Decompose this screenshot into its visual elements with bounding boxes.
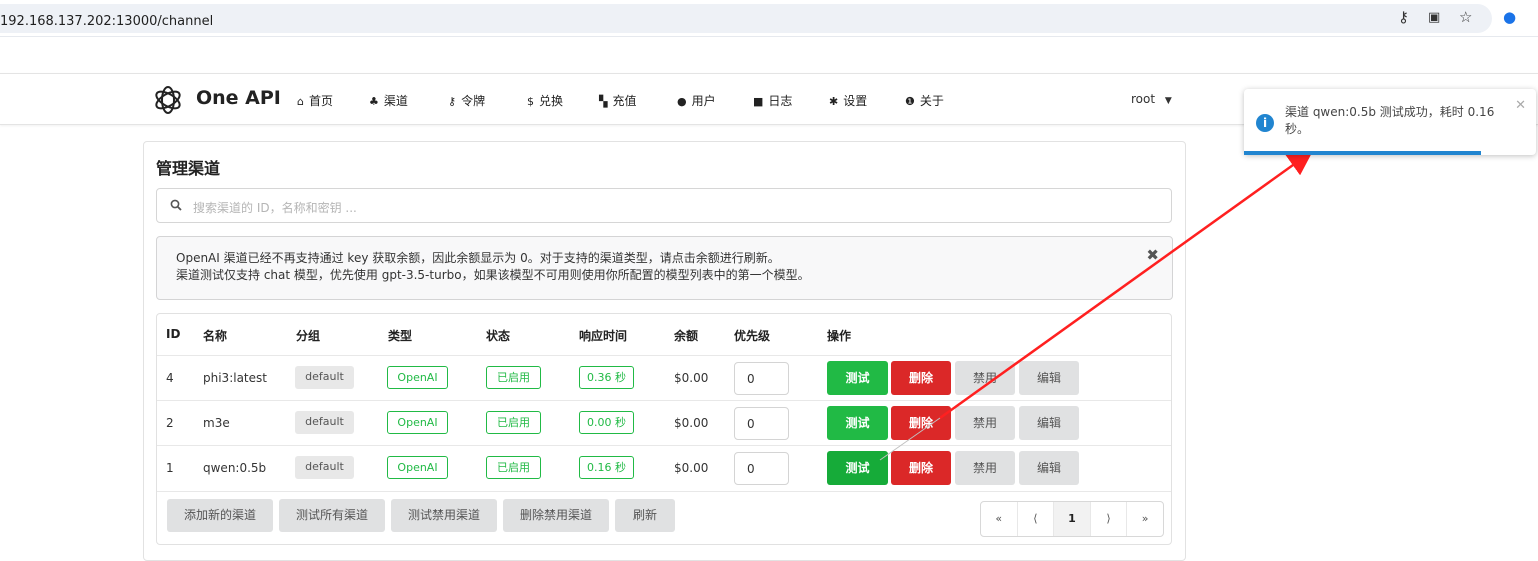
info-icon: i bbox=[1256, 114, 1274, 132]
toast-message: 渠道 qwen:0.5b 测试成功，耗时 0.16 秒。 bbox=[1285, 105, 1495, 136]
arrow-line bbox=[939, 150, 1314, 420]
annotation-arrow bbox=[879, 150, 1314, 461]
success-toast: i 渠道 qwen:0.5b 测试成功，耗时 0.16 秒。 ✕ bbox=[1244, 89, 1536, 155]
toast-progress bbox=[1244, 151, 1481, 155]
close-icon[interactable]: ✕ bbox=[1515, 98, 1526, 113]
arrow-tail bbox=[879, 417, 941, 461]
